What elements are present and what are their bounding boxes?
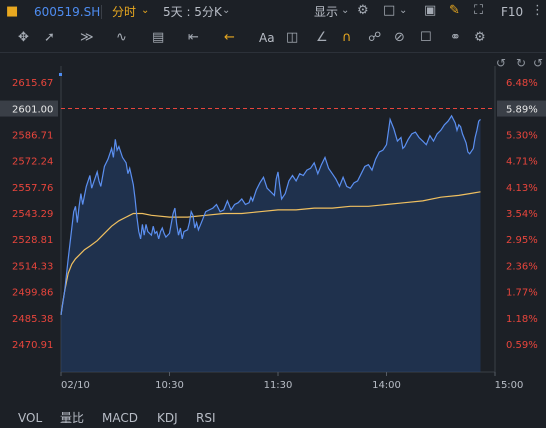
- chevron-down-icon[interactable]: ⌄: [341, 4, 349, 18]
- pct-axis-labels: 6.48% 5.89% 5.30% 4.71% 4.13% 3.54% 2.95% 2.36%…: [497, 78, 546, 351]
- pct-tick-label: 0.59%: [506, 340, 538, 351]
- fullscreen-icon[interactable]: ⛶: [474, 4, 483, 18]
- x-tick-label: 15:00: [495, 380, 524, 391]
- tab-timeshare[interactable]: 分时: [112, 5, 136, 19]
- drawing-toolbar: ✥ ➚ ≫ ∿ ▤ ⇤ ← Aa ◫ ∠ ∩ ☍ ⊘ ☐ ⚭ ⚙: [0, 27, 546, 49]
- y-tick-label: 2499.86: [12, 288, 53, 299]
- pct-tick-label: 6.48%: [506, 78, 538, 89]
- redo-icon[interactable]: ↻: [516, 56, 526, 70]
- y-tick-label: 2543.29: [12, 209, 53, 220]
- move-icon[interactable]: ✥: [18, 31, 29, 45]
- gear-icon[interactable]: ⚙: [357, 4, 369, 18]
- ruler-icon[interactable]: ∠: [316, 31, 328, 45]
- divider: [101, 5, 102, 19]
- wave-icon[interactable]: ∿: [116, 31, 127, 45]
- fib-icon[interactable]: ▤: [152, 31, 164, 45]
- y-tick-label: 2470.91: [12, 340, 53, 351]
- checkbox-icon[interactable]: □: [383, 4, 395, 18]
- more-icon[interactable]: ⋮: [531, 4, 544, 18]
- pencil-icon[interactable]: ✎: [449, 4, 460, 18]
- y-tick-label: 2601.00: [12, 105, 53, 116]
- x-tick-label: 02/10: [61, 380, 90, 391]
- x-axis-labels: 02/10 10:30 11:30 14:00 15:00: [60, 372, 524, 391]
- line-icon[interactable]: ➚: [44, 31, 55, 45]
- range-icon[interactable]: ⇤: [188, 31, 199, 45]
- pct-tick-label: 5.30%: [506, 130, 538, 141]
- text-tool[interactable]: Aa: [259, 31, 275, 45]
- indicator-tabs: VOL 量比 MACD KDJ RSI: [0, 402, 546, 428]
- y-tick-label: 2557.76: [12, 183, 53, 194]
- price-area: [61, 115, 481, 373]
- y-tick-label: 2514.33: [12, 261, 53, 272]
- x-tick-label: 14:00: [372, 380, 401, 391]
- compare-icon[interactable]: ⚭: [450, 31, 461, 45]
- reset-icon[interactable]: ↺: [533, 56, 543, 70]
- pct-tick-label: 2.36%: [506, 261, 538, 272]
- tab-vol[interactable]: VOL: [18, 411, 42, 425]
- y-tick-label: 2528.81: [12, 235, 53, 246]
- symbol-label[interactable]: 600519.SH: [34, 5, 100, 19]
- high-marker: [59, 73, 62, 76]
- f10-button[interactable]: F10: [501, 5, 523, 19]
- y-axis-labels: 2615.67 2601.00 2586.71 2572.24 2557.76 2543.…: [0, 78, 58, 351]
- lock-drawing-icon[interactable]: ☍: [368, 31, 381, 45]
- price-area-fill: [61, 115, 481, 373]
- hide-drawing-icon[interactable]: ⊘: [394, 31, 405, 45]
- magnet-icon[interactable]: ∩: [342, 31, 352, 45]
- pct-tick-label: 3.54%: [506, 209, 538, 220]
- arrow-icon[interactable]: ←: [224, 31, 235, 45]
- pct-tick-label: 4.13%: [506, 183, 538, 194]
- y-tick-label: 2615.67: [12, 78, 53, 89]
- tab-rsi[interactable]: RSI: [196, 411, 216, 425]
- tab-macd[interactable]: MACD: [102, 411, 138, 425]
- pct-tick-label: 1.77%: [506, 288, 538, 299]
- chevron-down-icon[interactable]: ⌄: [399, 4, 407, 18]
- display-menu[interactable]: 显示: [314, 5, 338, 19]
- y-tick-label: 2572.24: [12, 157, 53, 168]
- pct-tick-label: 1.18%: [506, 314, 538, 325]
- period-select[interactable]: 5天 : 5分K: [163, 5, 222, 19]
- sidebar-toggle-icon[interactable]: ■: [6, 5, 18, 19]
- x-tick-label: 10:30: [155, 380, 184, 391]
- undo-icon[interactable]: ↺: [496, 56, 506, 70]
- top-bar: ■ 600519.SH 分时 ⌄ 5天 : 5分K ⌄ 显示 ⌄ ⚙ □ ⌄ ▣…: [0, 0, 546, 24]
- tab-kdj[interactable]: KDJ: [157, 411, 178, 425]
- chevron-down-icon[interactable]: ⌄: [141, 4, 149, 18]
- camera-icon[interactable]: ▣: [424, 4, 436, 18]
- pct-tick-label: 2.95%: [506, 235, 538, 246]
- y-tick-label: 2586.71: [12, 130, 53, 141]
- y-tick-label: 2485.38: [12, 314, 53, 325]
- trash-icon[interactable]: ☐: [420, 31, 432, 45]
- price-chart[interactable]: ↺ ↻ ↺ 2615.67 2601.00 2586.71 2572.24 2557.7…: [0, 52, 546, 400]
- history-controls: ↺ ↻ ↺: [496, 56, 543, 70]
- tab-volume-ratio[interactable]: 量比: [60, 411, 84, 425]
- pct-tick-label: 5.89%: [506, 105, 538, 116]
- comment-icon[interactable]: ◫: [286, 31, 298, 45]
- x-tick-label: 11:30: [264, 380, 293, 391]
- settings-icon[interactable]: ⚙: [474, 31, 486, 45]
- chevron-down-icon[interactable]: ⌄: [222, 4, 230, 18]
- channel-icon[interactable]: ≫: [80, 31, 94, 45]
- pct-tick-label: 4.71%: [506, 157, 538, 168]
